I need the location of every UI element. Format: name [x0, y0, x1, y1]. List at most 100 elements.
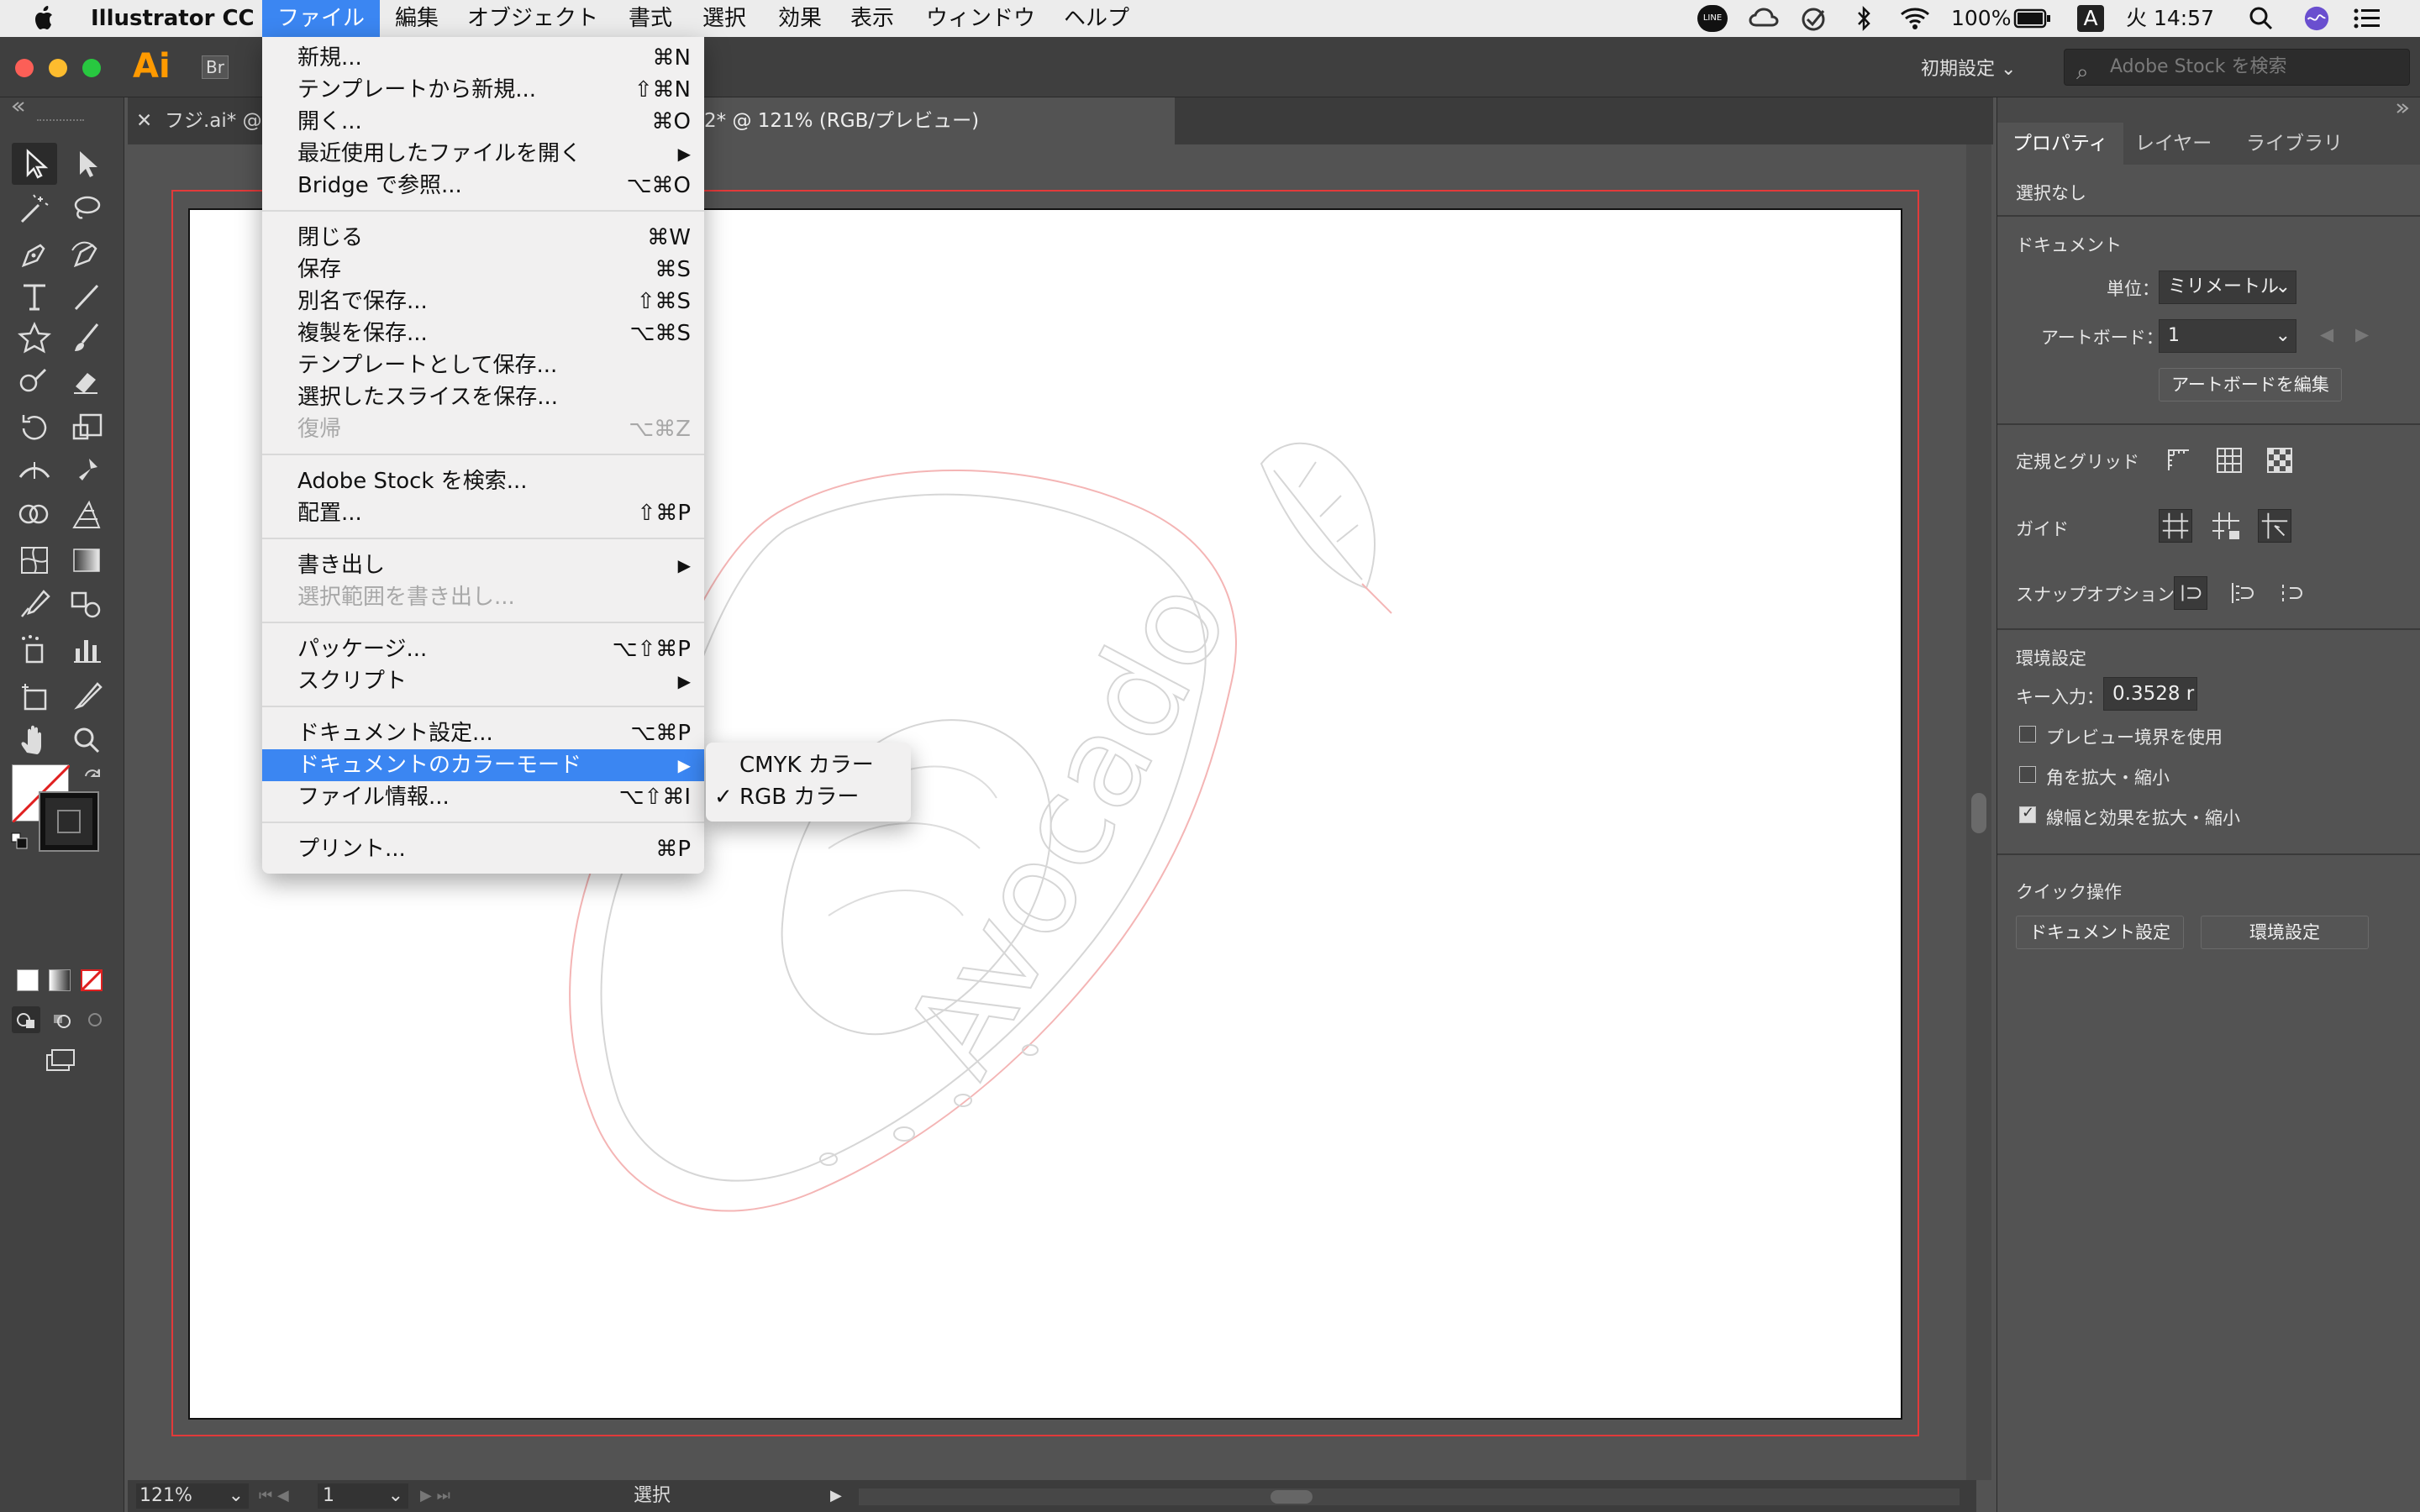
notification-center-icon[interactable]	[2353, 5, 2381, 32]
shape-builder-tool-icon[interactable]	[12, 494, 57, 536]
paintbrush-tool-icon[interactable]	[64, 318, 109, 360]
sync-check-icon[interactable]	[1800, 5, 1828, 32]
symbol-sprayer-tool-icon[interactable]	[12, 628, 57, 670]
ruler-icon[interactable]	[2162, 444, 2196, 477]
snap-to-pixel-icon[interactable]	[2275, 576, 2308, 610]
hand-tool-icon[interactable]	[12, 719, 57, 761]
menu-effect[interactable]: 効果	[778, 0, 822, 37]
default-fill-stroke-icon[interactable]	[10, 832, 30, 852]
menu-item-save-selected-slices[interactable]: 選択したスライスを保存...	[262, 381, 704, 413]
key-increment-field[interactable]: 0.3528 r	[2103, 677, 2197, 711]
menu-item-open-recent[interactable]: 最近使用したファイルを開く ▶	[262, 138, 704, 170]
artboard-next-last-icons[interactable]: ▶ ⏭	[420, 1483, 450, 1509]
edit-artboard-button[interactable]: アートボードを編集	[2159, 368, 2342, 402]
artboard-chevron-down-icon[interactable]: ⌄	[388, 1483, 403, 1509]
menu-item-file-info[interactable]: ファイル情報... ⌥⇧⌘I	[262, 781, 704, 813]
siri-icon[interactable]	[2302, 5, 2331, 32]
menu-view[interactable]: 表示	[850, 0, 894, 37]
zoom-level-field[interactable]: 121% ⌄	[136, 1483, 249, 1509]
document-tab-fuji[interactable]: フジ.ai* @	[165, 97, 266, 144]
document-setup-button[interactable]: ドキュメント設定	[2016, 916, 2184, 949]
menu-item-close[interactable]: 閉じる ⌘W	[262, 222, 704, 254]
slice-tool-icon[interactable]	[64, 675, 109, 717]
adobe-stock-search-input[interactable]: ⌕ Adobe Stock を検索	[2064, 49, 2410, 86]
menu-edit[interactable]: 編集	[395, 0, 439, 37]
window-zoom-button[interactable]	[82, 59, 101, 77]
submenu-item-cmyk[interactable]: CMYK カラー	[706, 749, 911, 781]
pen-tool-icon[interactable]	[12, 234, 57, 276]
eraser-tool-icon[interactable]	[64, 360, 109, 402]
artboard-next-icon[interactable]: ▶	[2355, 324, 2369, 344]
menu-item-export[interactable]: 書き出し ▶	[262, 549, 704, 581]
star-tool-icon[interactable]	[12, 318, 57, 360]
menu-window[interactable]: ウィンドウ	[926, 0, 1035, 37]
document-tab-active[interactable]: 2* @ 121% (RGB/プレビュー)	[704, 97, 1175, 144]
window-close-button[interactable]	[15, 59, 34, 77]
clock[interactable]: 火 14:57	[2126, 5, 2214, 32]
selection-tool-icon[interactable]	[12, 143, 57, 185]
show-guides-icon[interactable]	[2159, 509, 2192, 543]
menu-help[interactable]: ヘルプ	[1064, 0, 1129, 37]
use-preview-bounds-checkbox[interactable]	[2019, 726, 2036, 743]
menu-item-place[interactable]: 配置... ⇧⌘P	[262, 497, 704, 529]
bridge-button[interactable]: Br	[202, 55, 229, 79]
swap-fill-stroke-icon[interactable]	[82, 766, 103, 786]
menu-object[interactable]: オブジェクト	[467, 0, 598, 37]
line-app-icon[interactable]: LINE	[1697, 5, 1728, 32]
apple-icon[interactable]	[34, 5, 55, 32]
gradient-mode-icon[interactable]	[49, 969, 71, 991]
perspective-grid-tool-icon[interactable]	[64, 494, 109, 536]
screen-mode-icon[interactable]	[40, 1045, 81, 1079]
column-graph-tool-icon[interactable]	[64, 628, 109, 670]
artboard-tool-icon[interactable]	[12, 675, 57, 717]
menu-item-new[interactable]: 新規... ⌘N	[262, 42, 704, 74]
menu-item-document-setup[interactable]: ドキュメント設定... ⌥⌘P	[262, 717, 704, 749]
vertical-scroll-thumb[interactable]	[1971, 793, 1986, 833]
creative-cloud-icon[interactable]	[1748, 5, 1781, 32]
status-menu-arrow-icon[interactable]: ▶	[830, 1483, 842, 1509]
menu-item-save-a-copy[interactable]: 複製を保存... ⌥⌘S	[262, 318, 704, 349]
stroke-swatch[interactable]	[39, 791, 99, 852]
toolbar-grip[interactable]	[37, 119, 84, 124]
menu-type[interactable]: 書式	[629, 0, 672, 37]
tab-libraries[interactable]: ライブラリ	[2231, 123, 2358, 165]
type-tool-icon[interactable]	[12, 276, 57, 318]
blend-tool-icon[interactable]	[64, 583, 109, 625]
battery-icon[interactable]	[2013, 5, 2052, 32]
tab-properties[interactable]: プロパティ	[1997, 123, 2123, 165]
menu-item-save-as-template[interactable]: テンプレートとして保存...	[262, 349, 704, 381]
tab-layers[interactable]: レイヤー	[2120, 123, 2227, 165]
menu-item-save-as[interactable]: 別名で保存... ⇧⌘S	[262, 286, 704, 318]
preferences-button[interactable]: 環境設定	[2201, 916, 2369, 949]
window-minimize-button[interactable]	[49, 59, 67, 77]
transparency-grid-icon[interactable]	[2263, 444, 2296, 477]
shaper-tool-icon[interactable]	[12, 360, 57, 402]
tab-close-icon[interactable]: ✕	[136, 97, 152, 144]
magic-wand-tool-icon[interactable]	[12, 188, 57, 230]
vertical-scrollbar[interactable]	[1966, 144, 1991, 1480]
bluetooth-icon[interactable]	[1855, 5, 1874, 32]
eyedropper-tool-icon[interactable]	[12, 583, 57, 625]
curvature-tool-icon[interactable]	[64, 234, 109, 276]
menu-app-name[interactable]: Illustrator CC	[91, 0, 255, 37]
color-mode-icon[interactable]	[17, 969, 39, 991]
draw-behind-icon[interactable]	[47, 1006, 76, 1033]
draw-normal-icon[interactable]	[12, 1006, 40, 1033]
draw-inside-icon[interactable]	[81, 1006, 109, 1033]
menu-item-scripts[interactable]: スクリプト ▶	[262, 665, 704, 697]
scale-strokes-effects-checkbox[interactable]	[2019, 804, 2036, 823]
width-tool-icon[interactable]	[12, 450, 57, 492]
workspace-switcher[interactable]: 初期設定 ⌄	[1921, 54, 2016, 81]
collapse-panel-icon[interactable]	[10, 101, 27, 113]
menu-item-save[interactable]: 保存 ⌘S	[262, 254, 704, 286]
menu-item-new-from-template[interactable]: テンプレートから新規... ⇧⌘N	[262, 74, 704, 106]
scale-corners-checkbox[interactable]	[2019, 766, 2036, 783]
artboard-prev-icon[interactable]: ◀	[2320, 324, 2333, 344]
none-mode-icon[interactable]	[81, 969, 103, 991]
menu-item-package[interactable]: パッケージ... ⌥⇧⌘P	[262, 633, 704, 665]
zoom-chevron-down-icon[interactable]: ⌄	[229, 1483, 244, 1509]
units-dropdown[interactable]: ミリメートル ⌄	[2159, 270, 2296, 304]
submenu-item-rgb[interactable]: ✓ RGB カラー	[706, 781, 911, 813]
wifi-icon[interactable]	[1899, 5, 1931, 32]
menu-file[interactable]: ファイル	[262, 0, 381, 37]
